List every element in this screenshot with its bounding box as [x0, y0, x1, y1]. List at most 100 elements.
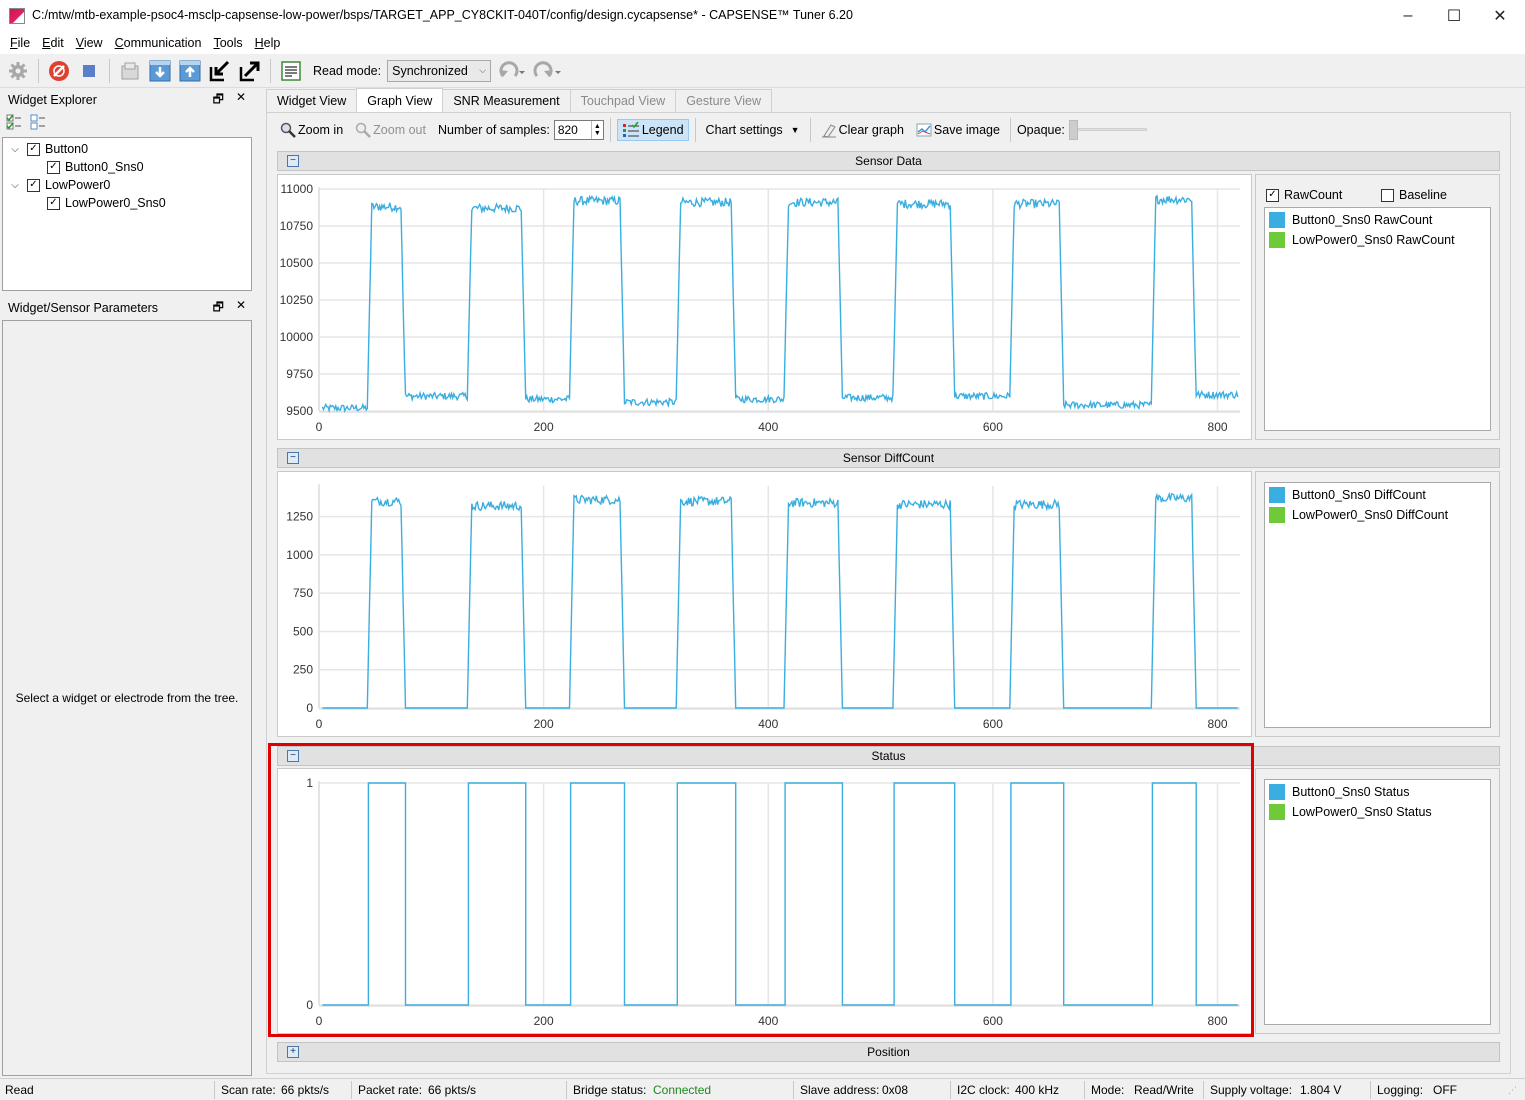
- toolbar-separator: [38, 58, 39, 83]
- legend-toggle-button[interactable]: Legend: [616, 119, 689, 141]
- legend-item[interactable]: LowPower0_Sns0 DiffCount: [1265, 505, 1490, 525]
- lowpower0-checkbox[interactable]: ✓: [27, 178, 40, 192]
- legend-label: Button0_Sns0 DiffCount: [1292, 488, 1426, 502]
- minimize-button[interactable]: –: [1385, 0, 1431, 32]
- widget-explorer-header: Widget Explorer 🗗 ✕: [2, 90, 252, 110]
- legend-swatch: [1269, 212, 1285, 228]
- position-header[interactable]: + Position: [277, 1042, 1500, 1062]
- read-mode-select[interactable]: Synchronized ⌵: [387, 59, 492, 82]
- read-from-device-icon[interactable]: [148, 59, 172, 83]
- resize-grip-icon[interactable]: ⋰: [1508, 1085, 1517, 1096]
- tree-item-lowpower0-sns0[interactable]: ✓ LowPower0_Sns0: [3, 194, 251, 212]
- menu-edit-label: dit: [50, 36, 64, 50]
- button0-checkbox[interactable]: ✓: [27, 142, 40, 156]
- zoom-in-button[interactable]: Zoom in: [276, 120, 347, 140]
- collapse-icon[interactable]: −: [287, 452, 299, 464]
- tree-item-lowpower0[interactable]: ⌵ ✓ LowPower0: [3, 176, 251, 194]
- toolbar-separator: [109, 58, 110, 83]
- menu-help-accel: H: [254, 36, 264, 50]
- toolbar-separator: [809, 118, 811, 142]
- import-icon[interactable]: [208, 59, 232, 83]
- legend-label: LowPower0_Sns0 RawCount: [1292, 233, 1455, 247]
- menu-edit[interactable]: Edit: [36, 36, 70, 50]
- check-all-icon[interactable]: [6, 114, 22, 133]
- collapse-icon[interactable]: −: [287, 155, 299, 167]
- baseline-checkbox[interactable]: [1381, 188, 1394, 202]
- menu-help[interactable]: Help: [249, 36, 287, 50]
- chevron-down-icon[interactable]: ⌵: [9, 144, 21, 155]
- zoom-in-label: Zoom in: [298, 123, 344, 137]
- tab-graph-view[interactable]: Graph View: [356, 88, 444, 112]
- diffcount-header[interactable]: − Sensor DiffCount: [277, 448, 1500, 468]
- clear-graph-button[interactable]: Clear graph: [817, 120, 908, 140]
- legend-item[interactable]: Button0_Sns0 RawCount: [1265, 210, 1490, 230]
- diffcount-chart[interactable]: 0 250 500 750 1000 1250 0 200 400 600 800: [278, 472, 1253, 738]
- chevron-down-icon: ⌵: [479, 65, 487, 75]
- chevron-down-icon[interactable]: ⌵: [9, 180, 21, 191]
- slider-thumb[interactable]: [1068, 120, 1078, 140]
- stop-icon[interactable]: [77, 59, 101, 83]
- status-legend: Button0_Sns0 Status LowPower0_Sns0 Statu…: [1264, 779, 1491, 1025]
- tab-snr-measurement[interactable]: SNR Measurement: [442, 89, 571, 112]
- close-button[interactable]: ✕: [1477, 0, 1523, 32]
- zoom-out-button[interactable]: Zoom out: [351, 120, 430, 140]
- status-legend-panel: Button0_Sns0 Status LowPower0_Sns0 Statu…: [1255, 768, 1500, 1034]
- spin-up-icon[interactable]: ▲: [594, 123, 601, 130]
- write-to-device-icon[interactable]: [178, 59, 202, 83]
- slider-track: [1072, 128, 1147, 131]
- i2c-clock-label: I2C clock:: [957, 1083, 1010, 1097]
- bridge-status-label: Bridge status:: [573, 1083, 647, 1097]
- diffcount-legend: Button0_Sns0 DiffCount LowPower0_Sns0 Di…: [1264, 482, 1491, 728]
- button0-sns0-checkbox[interactable]: ✓: [47, 160, 60, 174]
- menu-communication-accel: C: [114, 36, 124, 50]
- chart-settings-label: Chart settings: [705, 123, 783, 137]
- open-icon[interactable]: [118, 59, 142, 83]
- chart-settings-button[interactable]: Chart settings ▼: [702, 121, 804, 139]
- x-tick-label: 800: [1208, 717, 1228, 731]
- baseline-toggle[interactable]: Baseline: [1381, 188, 1447, 202]
- spin-down-icon[interactable]: ▼: [594, 130, 601, 137]
- menu-tools[interactable]: Tools: [207, 36, 248, 50]
- menu-view[interactable]: View: [70, 36, 109, 50]
- undo-icon[interactable]: [497, 59, 527, 83]
- legend-item[interactable]: Button0_Sns0 DiffCount: [1265, 485, 1490, 505]
- rawcount-checkbox[interactable]: ✓: [1266, 188, 1279, 202]
- clear-graph-label: Clear graph: [838, 123, 904, 137]
- i2c-clock-value: 400 kHz: [1015, 1083, 1060, 1097]
- sensor-data-chart[interactable]: 9500 9750 10000 10250 10500 10750 11000 0 200 400…: [278, 175, 1253, 441]
- diffcount-title: Sensor DiffCount: [842, 451, 935, 465]
- save-image-button[interactable]: Save image: [912, 120, 1004, 140]
- legend-item[interactable]: Button0_Sns0 Status: [1265, 782, 1490, 802]
- settings-icon[interactable]: [6, 59, 30, 83]
- tab-touchpad-view[interactable]: Touchpad View: [569, 89, 677, 112]
- samples-spinbox[interactable]: 820 ▲ ▼: [553, 120, 604, 140]
- lowpower0-sns0-checkbox[interactable]: ✓: [47, 196, 60, 210]
- export-icon[interactable]: [238, 59, 262, 83]
- opaque-slider[interactable]: [1068, 118, 1149, 142]
- tab-widget-view[interactable]: Widget View: [266, 89, 358, 112]
- maximize-button[interactable]: ☐: [1431, 0, 1477, 32]
- tree-item-button0-sns0[interactable]: ✓ Button0_Sns0: [3, 158, 251, 176]
- sensor-data-header[interactable]: − Sensor Data: [277, 151, 1500, 171]
- legend-item[interactable]: LowPower0_Sns0 RawCount: [1265, 230, 1490, 250]
- tree-item-button0[interactable]: ⌵ ✓ Button0: [3, 140, 251, 158]
- float-icon[interactable]: 🗗: [213, 90, 224, 111]
- rawcount-toggle[interactable]: ✓ RawCount: [1266, 188, 1342, 202]
- legend-item[interactable]: LowPower0_Sns0 Status: [1265, 802, 1490, 822]
- tree-item-label: LowPower0_Sns0: [65, 196, 166, 210]
- menu-file-accel: F: [10, 36, 18, 50]
- disconnect-icon[interactable]: [47, 59, 71, 83]
- redo-icon[interactable]: [533, 59, 563, 83]
- log-icon[interactable]: [279, 59, 303, 83]
- close-panel-icon[interactable]: ✕: [236, 90, 246, 111]
- tab-gesture-view[interactable]: Gesture View: [675, 89, 773, 112]
- y-tick-label: 0: [306, 701, 313, 715]
- x-tick-label: 400: [758, 420, 778, 434]
- uncheck-all-icon[interactable]: [30, 114, 46, 133]
- menu-tools-label: ools: [219, 36, 243, 50]
- menu-communication[interactable]: Communication: [109, 36, 208, 50]
- menu-file[interactable]: File: [4, 36, 36, 50]
- close-panel-icon[interactable]: ✕: [236, 298, 246, 319]
- float-icon[interactable]: 🗗: [213, 298, 224, 319]
- expand-icon[interactable]: +: [287, 1046, 299, 1058]
